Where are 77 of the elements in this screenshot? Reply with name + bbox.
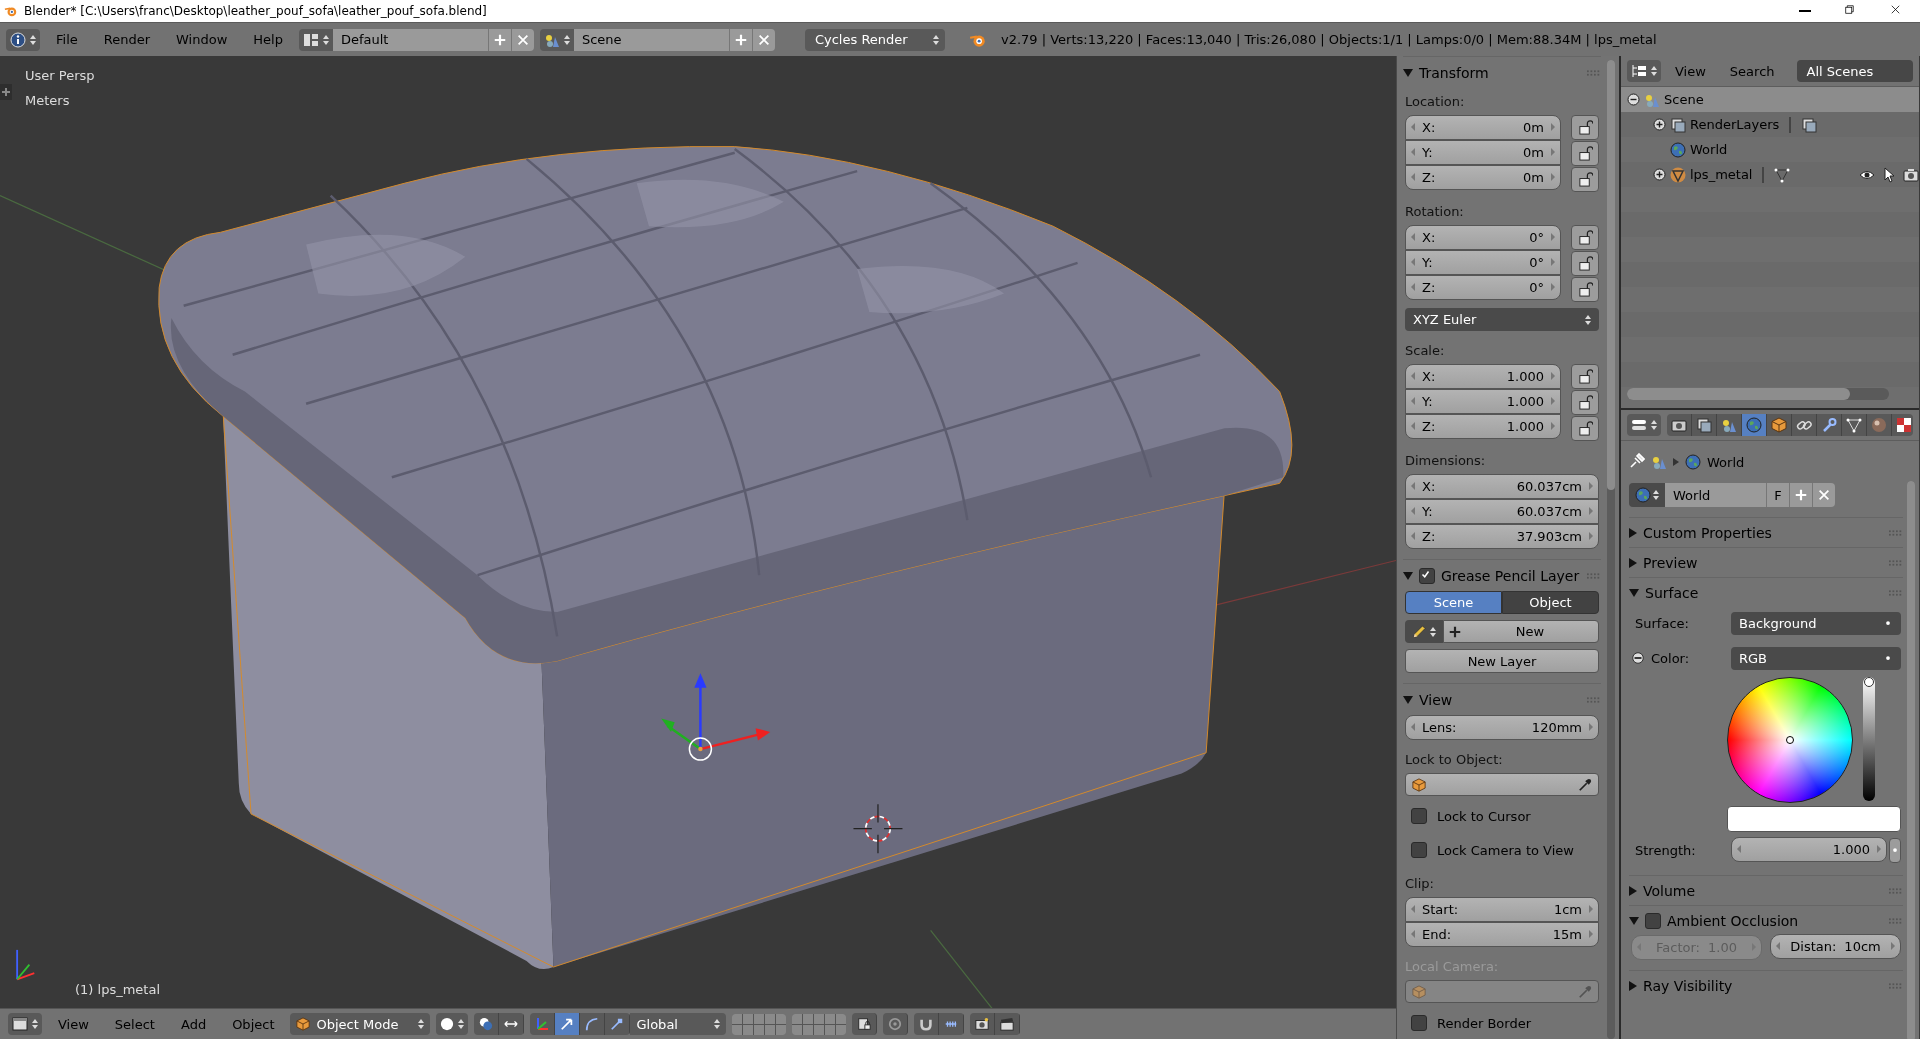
panel-title[interactable]: Preview — [1643, 554, 1883, 571]
number-field[interactable]: Z: 0° — [1405, 275, 1561, 300]
number-field[interactable]: Start: 1cm — [1405, 897, 1599, 922]
checkbox-label: Lock to Cursor — [1437, 808, 1531, 824]
menu-item[interactable]: Window — [166, 29, 238, 50]
unit-label: Meters — [25, 93, 70, 108]
menu-item[interactable]: View — [48, 1013, 99, 1035]
render-engine-dropdown[interactable]: Cycles Render — [804, 28, 945, 51]
outliner-row[interactable]: lps_metal — [1621, 162, 1919, 187]
number-field[interactable]: X: 1.000 — [1405, 364, 1561, 389]
panel-title[interactable]: Custom Properties — [1643, 524, 1883, 541]
dropdown[interactable]: Background — [1731, 611, 1901, 635]
section-label: Rotation: — [1405, 203, 1465, 219]
item-name: RenderLayers — [1690, 117, 1780, 132]
number-field[interactable]: Distan: 10cm — [1770, 934, 1901, 959]
outliner-row[interactable]: World — [1621, 137, 1919, 162]
number-field[interactable]: Y: 60.037cm — [1405, 499, 1599, 524]
number-field[interactable]: 1.000 — [1731, 837, 1887, 862]
view-name: User Persp — [25, 68, 95, 83]
outliner-row[interactable]: RenderLayers — [1621, 112, 1919, 137]
toggle-option[interactable]: Object — [1502, 591, 1599, 614]
menu-item[interactable]: Search — [1719, 60, 1785, 82]
panel-title[interactable]: Transform — [1419, 64, 1581, 81]
active-object-label: (1) lps_metal — [75, 982, 161, 997]
field-label: Color: — [1651, 650, 1690, 666]
panel-title[interactable]: Grease Pencil Layer — [1441, 567, 1581, 584]
section-label: Dimensions: — [1405, 452, 1487, 468]
fake-user-button[interactable]: F — [1766, 483, 1789, 507]
new-button[interactable]: New — [1443, 620, 1599, 643]
number-field[interactable]: Z: 1.000 — [1405, 414, 1561, 439]
orientation-dropdown[interactable]: Global — [630, 1013, 727, 1035]
section-label: Clip: — [1405, 875, 1435, 891]
number-field[interactable]: End: 15m — [1405, 922, 1599, 947]
field-label: Surface: — [1635, 615, 1689, 631]
number-field[interactable]: X: 60.037cm — [1405, 474, 1599, 499]
panel-title[interactable]: Surface — [1645, 584, 1883, 601]
scene-statistics: v2.79 | Verts:13,220 | Faces:13,040 | Tris:26,080 | Objects:1/1 | Lamps:0/0 | Mem:88.34M | lps_metal — [1000, 32, 1657, 47]
number-field[interactable]: X: 0m — [1405, 115, 1561, 140]
number-field[interactable]: Lens: 120mm — [1405, 715, 1599, 740]
section-label: Scale: — [1405, 342, 1446, 358]
number-field[interactable]: Z: 0m — [1405, 165, 1561, 190]
display-mode-dropdown[interactable]: All Scenes — [1796, 60, 1913, 82]
menu-item[interactable]: Help — [243, 29, 293, 50]
menu-item[interactable]: File — [46, 29, 88, 50]
layout-name-field[interactable]: Default — [332, 28, 488, 51]
outliner-row[interactable]: Scene — [1621, 87, 1919, 112]
new-layer-button[interactable]: New Layer — [1405, 649, 1599, 673]
number-field[interactable]: Y: 0m — [1405, 140, 1561, 165]
mode-dropdown[interactable]: Object Mode — [290, 1013, 431, 1035]
item-name: World — [1690, 142, 1728, 157]
panel-title[interactable]: Ambient Occlusion — [1667, 912, 1883, 929]
panel-title[interactable]: Ray Visibility — [1643, 977, 1883, 994]
menu-item[interactable]: Object — [222, 1013, 285, 1035]
section-label: Lock to Object: — [1405, 751, 1504, 767]
world-name-field[interactable]: World — [1665, 483, 1766, 507]
toggle-option[interactable]: Scene — [1405, 591, 1502, 614]
scene-name-field[interactable]: Scene — [573, 28, 729, 51]
number-field[interactable]: Y: 0° — [1405, 250, 1561, 275]
dropdown[interactable]: XYZ Euler — [1405, 308, 1599, 331]
panel-title[interactable]: Volume — [1643, 882, 1883, 899]
menu-item[interactable]: Select — [104, 1013, 165, 1035]
dropdown[interactable]: RGB — [1731, 646, 1901, 670]
item-name: Scene — [1664, 92, 1704, 107]
context-label: World — [1707, 454, 1745, 470]
number-field[interactable]: X: 0° — [1405, 225, 1561, 250]
menu-item[interactable]: Add — [170, 1013, 217, 1035]
menu-item[interactable]: Render — [93, 29, 161, 50]
panel-title[interactable]: View — [1419, 691, 1581, 708]
field-label: Strength: — [1635, 842, 1696, 858]
section-label: Location: — [1405, 93, 1466, 109]
item-name: lps_metal — [1690, 167, 1753, 182]
checkbox-label: Render Border — [1437, 1015, 1531, 1031]
number-field[interactable]: Z: 37.903cm — [1405, 524, 1599, 549]
checkbox-label: Lock Camera to View — [1437, 842, 1574, 858]
window-title: Blender* [C:\Users\franc\Desktop\leather_pouf_sofa\leather_pouf_sofa.blend] — [24, 4, 487, 18]
number-field[interactable]: Y: 1.000 — [1405, 389, 1561, 414]
menu-item[interactable]: View — [1665, 60, 1716, 82]
